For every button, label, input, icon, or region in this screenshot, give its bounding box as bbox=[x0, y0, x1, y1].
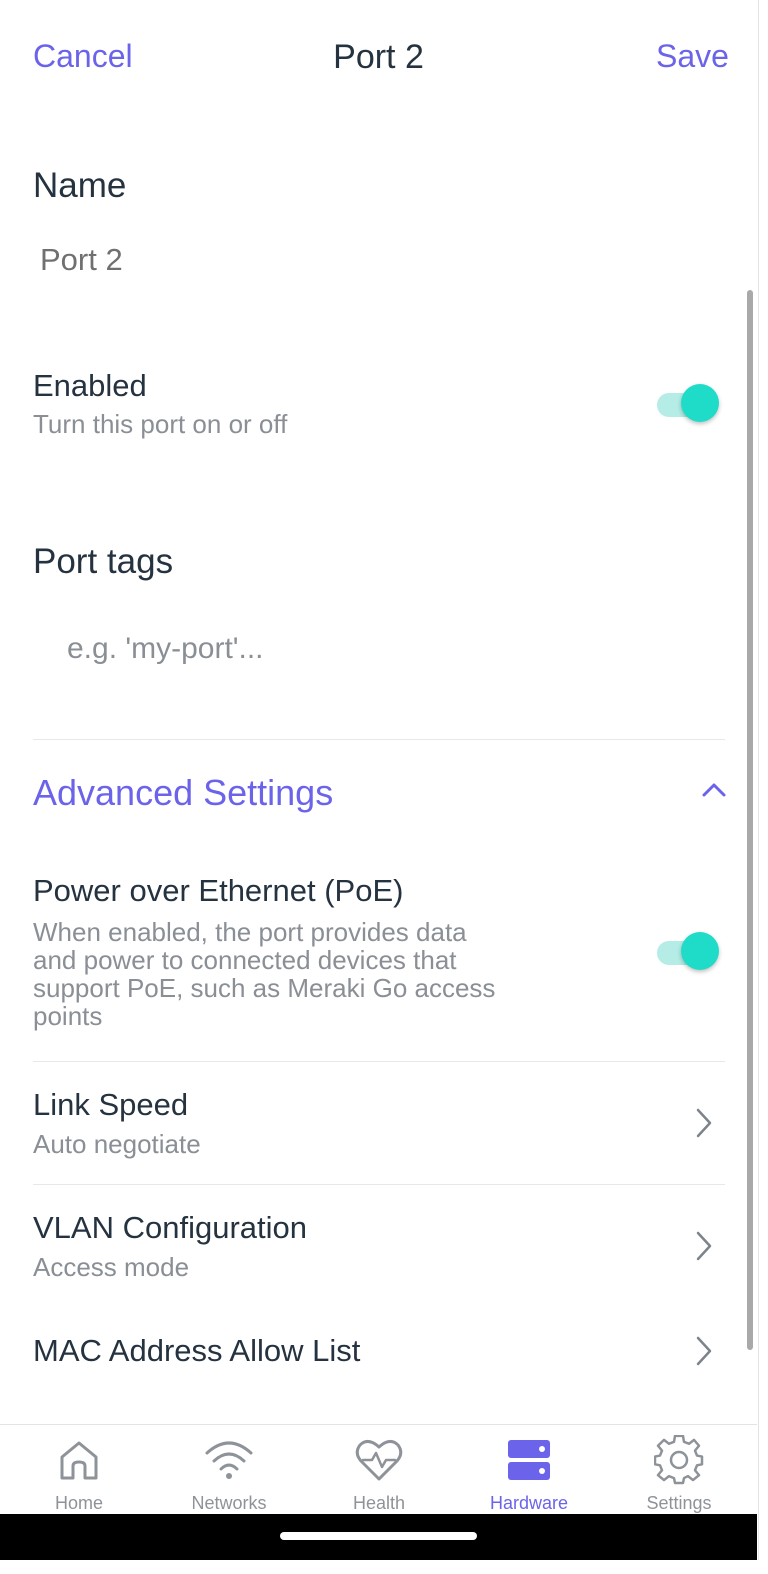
tab-label: Home bbox=[54, 1493, 103, 1513]
gear-icon bbox=[654, 1435, 704, 1485]
wifi-icon bbox=[205, 1441, 253, 1479]
home-icon bbox=[60, 1441, 98, 1480]
chevron-right-icon[interactable] bbox=[694, 1230, 714, 1262]
link-speed-label: Link Speed bbox=[33, 1087, 189, 1122]
tab-home[interactable]: Home bbox=[4, 1425, 154, 1515]
tab-label: Hardware bbox=[489, 1493, 569, 1513]
window-edge bbox=[758, 0, 768, 1574]
vlan-configuration-label: VLAN Configuration bbox=[33, 1210, 307, 1245]
settings-screen: Port 2 Cancel Save Name Port 2 Enabled T… bbox=[0, 0, 768, 1574]
tab-networks[interactable]: Networks bbox=[154, 1425, 304, 1515]
window-edge bbox=[0, 1560, 768, 1574]
divider bbox=[33, 1061, 725, 1062]
hardware-server-icon bbox=[508, 1440, 550, 1480]
link-speed-value: Auto negotiate bbox=[33, 1129, 201, 1159]
divider bbox=[33, 739, 725, 740]
poe-description-line: points bbox=[33, 1001, 103, 1031]
save-button[interactable]: Save bbox=[656, 38, 729, 75]
poe-description-line: and power to connected devices that bbox=[33, 945, 457, 975]
tab-hardware[interactable]: Hardware bbox=[454, 1425, 604, 1515]
toggle-knob bbox=[681, 384, 719, 422]
divider bbox=[33, 1184, 725, 1185]
tab-health[interactable]: Health bbox=[304, 1425, 454, 1515]
enabled-label: Enabled bbox=[33, 368, 147, 403]
poe-toggle[interactable] bbox=[657, 932, 721, 972]
poe-description-line: support PoE, such as Meraki Go access bbox=[33, 973, 496, 1003]
chevron-up-icon[interactable] bbox=[700, 778, 728, 800]
tab-label: Networks bbox=[191, 1493, 267, 1513]
system-home-bar bbox=[0, 1514, 757, 1560]
poe-description: When enabled, the port provides data and… bbox=[33, 918, 495, 1030]
enabled-toggle[interactable] bbox=[657, 384, 721, 424]
advanced-settings-header[interactable]: Advanced Settings bbox=[33, 772, 333, 814]
poe-label: Power over Ethernet (PoE) bbox=[33, 873, 404, 908]
tab-label: Health bbox=[352, 1493, 406, 1513]
port-tags-title: Port tags bbox=[33, 542, 174, 581]
chevron-right-icon[interactable] bbox=[694, 1107, 714, 1139]
enabled-description: Turn this port on or off bbox=[33, 409, 288, 439]
home-indicator[interactable] bbox=[280, 1532, 477, 1540]
cancel-button[interactable]: Cancel bbox=[33, 38, 133, 75]
health-heart-icon bbox=[355, 1440, 403, 1481]
mac-allow-list-label: MAC Address Allow List bbox=[33, 1333, 361, 1368]
tab-label: Settings bbox=[646, 1493, 712, 1513]
chevron-right-icon[interactable] bbox=[694, 1335, 714, 1367]
vlan-configuration-value: Access mode bbox=[33, 1252, 190, 1282]
name-section-title: Name bbox=[33, 166, 127, 205]
port-tags-input[interactable]: e.g. 'my-port'... bbox=[67, 632, 264, 666]
toggle-knob bbox=[681, 932, 719, 970]
name-input[interactable]: Port 2 bbox=[40, 242, 123, 278]
tab-bar: Home Networks Health Hardware Settings bbox=[0, 1424, 757, 1514]
tab-settings[interactable]: Settings bbox=[604, 1425, 754, 1515]
scrollbar[interactable] bbox=[747, 290, 753, 1350]
poe-description-line: When enabled, the port provides data bbox=[33, 917, 467, 947]
